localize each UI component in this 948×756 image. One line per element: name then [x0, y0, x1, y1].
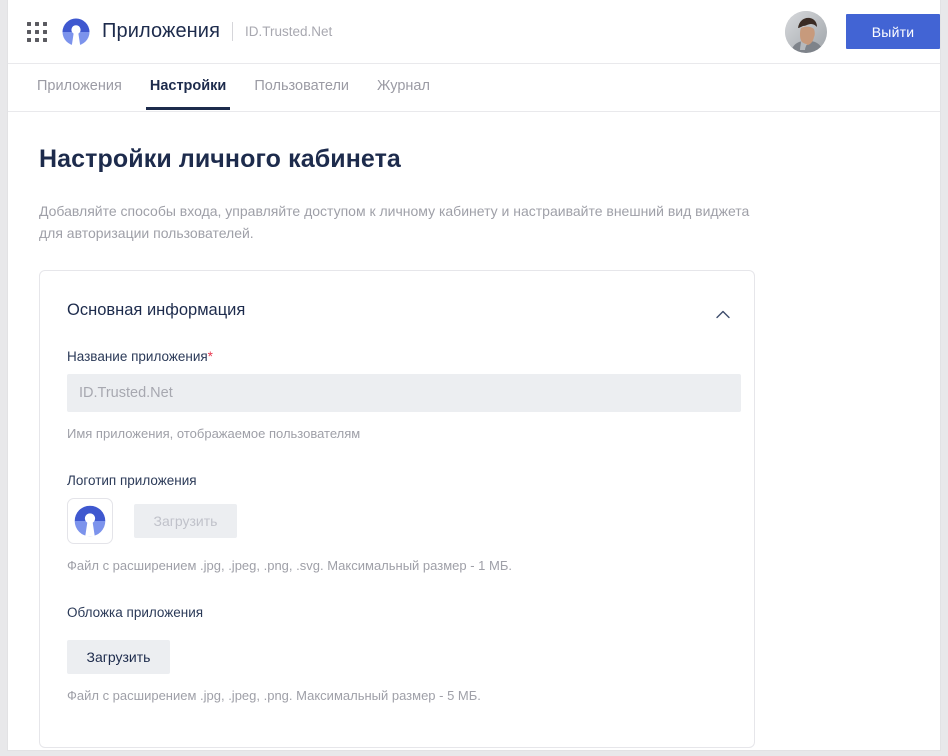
id-trusted-logo-icon: [61, 17, 91, 47]
app-cover-hint: Файл с расширением .jpg, .jpeg, .png. Ма…: [67, 688, 727, 703]
basic-info-card-body: Название приложения* Имя приложения, ото…: [40, 349, 754, 747]
app-logo-row: Загрузить: [67, 498, 727, 544]
card-title: Основная информация: [67, 301, 716, 320]
main-tabs: Приложения Настройки Пользователи Журнал: [8, 64, 940, 112]
page-title: Настройки личного кабинета: [39, 145, 916, 174]
app-cover-label: Обложка приложения: [67, 605, 727, 620]
app-logo-hint: Файл с расширением .jpg, .jpeg, .png, .s…: [67, 558, 727, 573]
grid-apps-icon[interactable]: [27, 22, 47, 42]
page-content: Настройки личного кабинета Добавляйте сп…: [8, 145, 940, 748]
app-logo-label: Логотип приложения: [67, 473, 727, 488]
logout-button[interactable]: Выйти: [846, 14, 940, 49]
app-name-label-text: Название приложения: [67, 349, 208, 364]
header-actions: Выйти: [785, 0, 940, 63]
cover-upload-button[interactable]: Загрузить: [67, 640, 170, 674]
basic-info-card: Основная информация Название приложения*…: [39, 270, 755, 748]
tab-users[interactable]: Пользователи: [240, 64, 363, 109]
app-subtitle: ID.Trusted.Net: [245, 24, 332, 39]
app-title: Приложения: [102, 20, 220, 43]
title-separator: [232, 22, 233, 41]
app-name-input[interactable]: [67, 374, 741, 412]
chevron-up-icon[interactable]: [716, 306, 730, 315]
page-description: Добавляйте способы входа, управляйте дос…: [39, 200, 754, 244]
app-logo-preview-icon: [67, 498, 113, 544]
required-asterisk: *: [208, 349, 213, 364]
top-header-bar: Приложения ID.Trusted.Net: [8, 0, 940, 64]
tab-journal[interactable]: Журнал: [363, 64, 444, 109]
tab-applications[interactable]: Приложения: [23, 64, 136, 109]
user-avatar[interactable]: [785, 11, 827, 53]
app-window: Приложения ID.Trusted.Net: [8, 0, 940, 750]
basic-info-card-header[interactable]: Основная информация: [40, 271, 754, 349]
logo-upload-button[interactable]: Загрузить: [134, 504, 237, 538]
tab-settings[interactable]: Настройки: [136, 64, 241, 109]
app-name-hint: Имя приложения, отображаемое пользовател…: [67, 426, 727, 441]
app-name-label: Название приложения*: [67, 349, 727, 364]
